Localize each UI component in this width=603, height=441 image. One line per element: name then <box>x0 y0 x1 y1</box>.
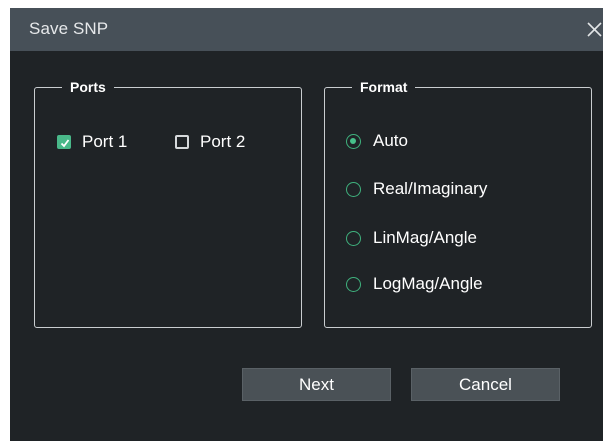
port-2-checkbox[interactable]: Port 2 <box>175 132 245 152</box>
format-option-label: Auto <box>373 131 408 150</box>
dialog-titlebar: Save SNP <box>10 8 603 51</box>
format-option-real-imaginary[interactable]: Real/Imaginary <box>346 179 487 199</box>
save-snp-dialog: Save SNP Ports Port 1 Port 2 Format Auto… <box>10 8 603 441</box>
port-1-label: Port 1 <box>82 132 128 151</box>
port-1-checkbox[interactable]: Port 1 <box>57 132 127 152</box>
cancel-button[interactable]: Cancel <box>411 368 560 401</box>
ports-legend: Ports <box>62 78 114 96</box>
checkbox-unchecked-icon <box>175 135 189 149</box>
format-option-linmag-angle[interactable]: LinMag/Angle <box>346 228 477 248</box>
radio-unselected-icon <box>346 276 361 292</box>
format-option-logmag-angle[interactable]: LogMag/Angle <box>346 274 483 294</box>
port-2-label: Port 2 <box>200 132 246 151</box>
format-option-label: LogMag/Angle <box>373 274 483 293</box>
checkbox-checked-icon <box>57 135 71 149</box>
radio-selected-icon <box>346 133 361 149</box>
radio-unselected-icon <box>346 230 361 246</box>
dialog-title: Save SNP <box>29 19 109 38</box>
format-option-auto[interactable]: Auto <box>346 131 408 151</box>
ports-group: Ports <box>34 78 302 328</box>
format-legend: Format <box>352 78 416 96</box>
next-button[interactable]: Next <box>242 368 391 401</box>
format-option-label: LinMag/Angle <box>373 228 477 247</box>
close-icon[interactable] <box>586 21 603 38</box>
format-option-label: Real/Imaginary <box>373 179 488 198</box>
radio-unselected-icon <box>346 181 361 197</box>
